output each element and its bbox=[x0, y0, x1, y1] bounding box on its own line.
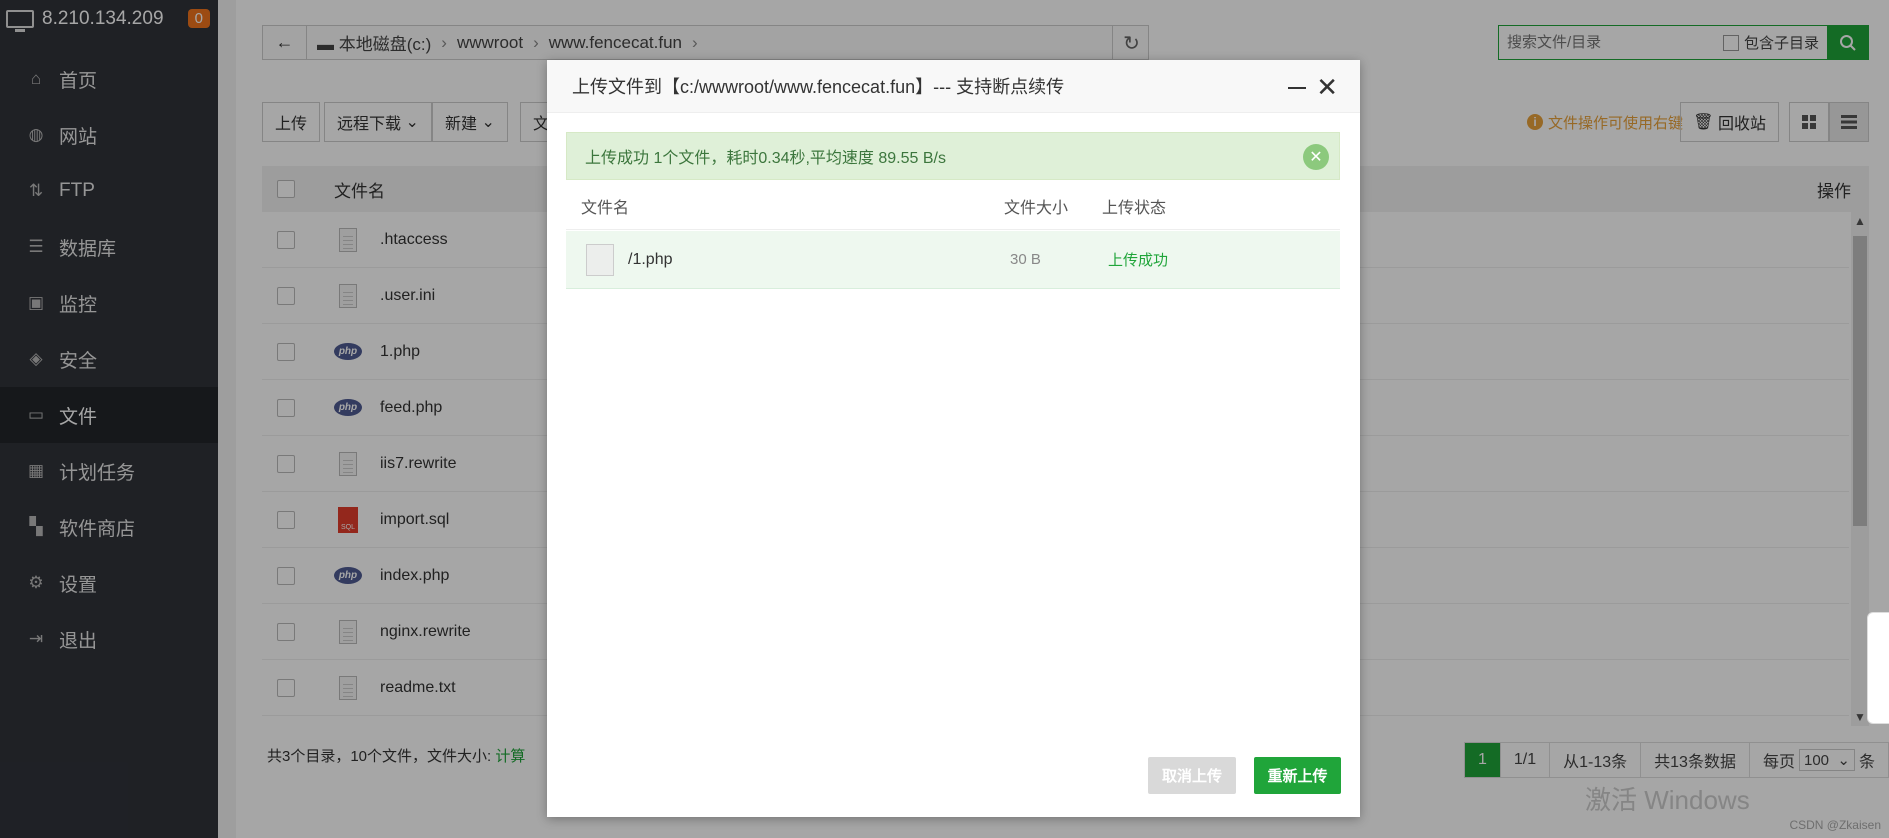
close-icon[interactable]: ✕ bbox=[1316, 74, 1338, 100]
upload-col-size: 文件大小 bbox=[1004, 199, 1069, 217]
side-float-panel[interactable] bbox=[1867, 612, 1889, 724]
file-icon bbox=[586, 243, 614, 276]
dialog-title: 上传文件到【c:/wwwroot/www.fencecat.fun】--- 支持… bbox=[547, 60, 1360, 113]
upload-table-header: 文件名 文件大小 上传状态 bbox=[566, 182, 1340, 230]
upload-file-name: /1.php bbox=[628, 250, 673, 268]
dismiss-icon[interactable]: ✕ bbox=[1303, 144, 1329, 170]
upload-col-name: 文件名 bbox=[581, 199, 630, 217]
reupload-button[interactable]: 重新上传 bbox=[1254, 757, 1341, 794]
cancel-upload-button[interactable]: 取消上传 bbox=[1148, 757, 1236, 794]
upload-dialog: 上传文件到【c:/wwwroot/www.fencecat.fun】--- 支持… bbox=[547, 60, 1360, 817]
upload-col-status: 上传状态 bbox=[1102, 199, 1167, 217]
upload-row: /1.php 30 B 上传成功 bbox=[566, 231, 1340, 289]
minimize-icon[interactable] bbox=[1288, 87, 1306, 89]
upload-file-size: 30 B bbox=[1010, 251, 1041, 268]
upload-success-alert: 上传成功 1个文件，耗时0.34秒,平均速度 89.55 B/s ✕ bbox=[566, 132, 1340, 180]
upload-status: 上传成功 bbox=[1108, 252, 1169, 269]
alert-text: 上传成功 1个文件，耗时0.34秒,平均速度 89.55 B/s bbox=[585, 150, 946, 167]
